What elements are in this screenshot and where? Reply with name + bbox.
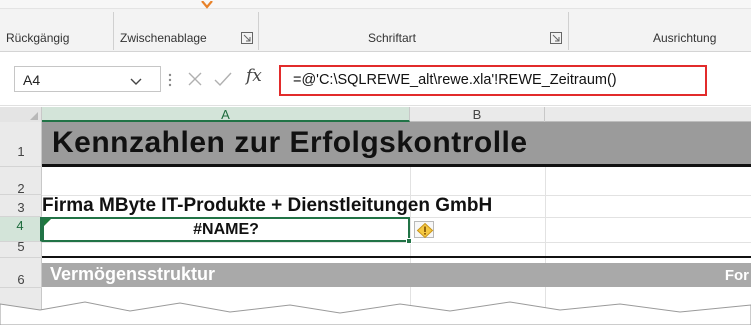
row-header-column: 1 2 3 4 5 6	[0, 122, 42, 325]
error-warning-icon[interactable]	[414, 221, 434, 239]
ribbon-separator	[568, 12, 569, 50]
formula-text: =@'C:\SQLREWE_alt\rewe.xla'!REWE_Zeitrau…	[293, 72, 617, 88]
clipboard-launcher-icon[interactable]	[241, 32, 253, 44]
formula-bar-grip-icon[interactable]	[168, 73, 172, 87]
ribbon: Rückgängig Zwischenablage Schriftart Aus…	[0, 0, 751, 52]
fill-handle[interactable]	[406, 238, 412, 244]
formula-input[interactable]: =@'C:\SQLREWE_alt\rewe.xla'!REWE_Zeitrau…	[279, 65, 707, 96]
formula-bar: A4 fx =@'C:\SQLREWE_alt\rewe.xla'!REWE_Z…	[0, 52, 751, 106]
paste-icon[interactable]	[200, 0, 214, 12]
select-all-button[interactable]	[0, 107, 42, 122]
section-right-label: For	[724, 267, 749, 284]
company-name: Firma MByte IT-Produkte + Dienstleitunge…	[42, 195, 493, 216]
row-header-1[interactable]: 1	[0, 122, 42, 167]
ribbon-separator	[113, 12, 114, 50]
sheet-title: Kennzahlen zur Erfolgskontrolle	[52, 126, 528, 159]
worksheet-grid: A B 1 2 3 4 5 6 Kennzahlen zur Erfolgsko…	[0, 107, 751, 325]
torn-edge	[0, 301, 751, 325]
cell-area[interactable]: Kennzahlen zur Erfolgskontrolle Firma MB…	[42, 122, 751, 325]
font-launcher-icon[interactable]	[550, 32, 562, 44]
group-label-alignment: Ausrichtung	[653, 31, 717, 45]
group-label-clipboard: Zwischenablage	[120, 31, 207, 45]
ribbon-separator	[258, 12, 259, 50]
title-band: Kennzahlen zur Erfolgskontrolle	[42, 122, 751, 167]
name-box-value: A4	[23, 72, 41, 88]
row-header-3[interactable]: 3	[0, 195, 42, 217]
row-header-2[interactable]: 2	[0, 167, 42, 196]
check-icon[interactable]	[214, 71, 232, 87]
cell-error-value: #NAME?	[193, 221, 259, 238]
column-header-row: A B	[0, 107, 751, 122]
group-label-undo: Rückgängig	[6, 31, 70, 45]
row-header-6[interactable]: 6	[0, 258, 42, 288]
section-band: Vermögensstruktur For	[42, 263, 751, 287]
section-title: Vermögensstruktur	[50, 264, 216, 284]
name-box[interactable]: A4	[14, 66, 161, 92]
column-header-a[interactable]: A	[42, 107, 410, 122]
selected-cell-a4[interactable]: #NAME?	[42, 217, 412, 244]
gridline	[42, 242, 751, 243]
group-label-font: Schriftart	[368, 31, 417, 45]
select-all-triangle-icon	[30, 112, 38, 120]
cancel-icon[interactable]	[187, 71, 203, 87]
row-header-5[interactable]: 5	[0, 240, 42, 258]
ribbon-top-edge	[0, 0, 751, 9]
chevron-down-icon[interactable]	[130, 74, 142, 85]
column-header-b[interactable]: B	[410, 107, 545, 122]
row-border	[42, 256, 751, 258]
insert-function-button[interactable]: fx	[246, 66, 262, 86]
